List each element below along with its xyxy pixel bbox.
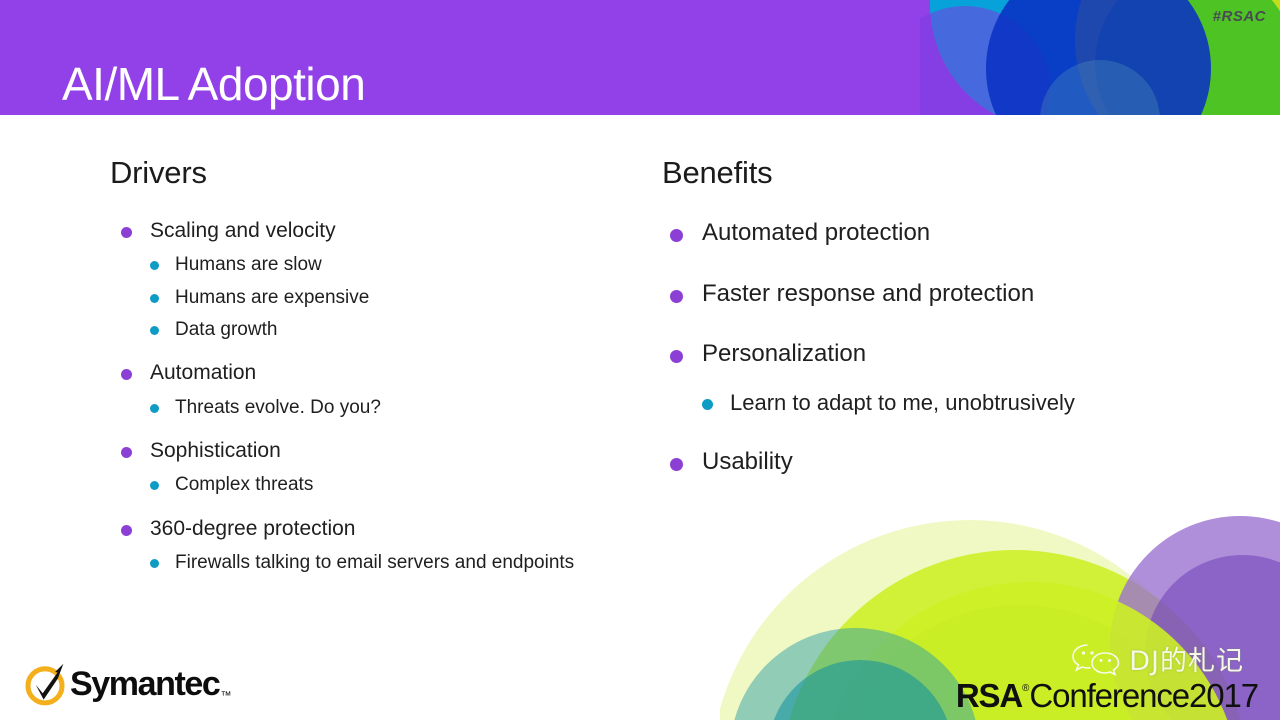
- list-item: Automation: [110, 359, 610, 387]
- symantec-checkmark-icon: [25, 663, 65, 706]
- bullet-dot-level1-icon: [121, 524, 132, 536]
- list-item-label: Faster response and protection: [702, 279, 1035, 307]
- drivers-heading: Drivers: [110, 155, 207, 190]
- list-item-label: Scaling and velocity: [150, 219, 336, 242]
- bullet-dot-level1-icon: [121, 447, 132, 459]
- list-item: Complex threats: [110, 472, 610, 497]
- list-item-label: Usability: [702, 448, 793, 476]
- bullet-dot-level2-icon: [702, 399, 713, 411]
- list-item-label: 360-degree protection: [150, 516, 356, 540]
- list-item-label: Threats evolve. Do you?: [175, 396, 381, 418]
- list-item: Automated protection: [662, 217, 1182, 249]
- symantec-wordmark: Symantec: [70, 665, 221, 703]
- bullet-dot-level2-icon: [150, 403, 159, 413]
- bullet-dot-level1-icon: [670, 289, 683, 303]
- list-item: Personalization: [662, 338, 1182, 370]
- wechat-watermark: DJ的札记: [1071, 639, 1244, 678]
- bullet-dot-level1-icon: [121, 369, 132, 381]
- list-item: Data growth: [110, 317, 610, 342]
- bullet-dot-level1-icon: [670, 229, 683, 242]
- list-item: Scaling and velocity: [110, 217, 610, 245]
- list-item-label: Humans are slow: [175, 254, 322, 276]
- list-item-label: Complex threats: [175, 474, 314, 496]
- list-item-label: Humans are expensive: [175, 286, 370, 308]
- list-item: Humans are slow: [110, 252, 610, 277]
- wechat-watermark-label: DJ的札记: [1129, 646, 1244, 677]
- benefits-bullet-list: Automated protection Faster response and…: [662, 217, 1182, 478]
- bullet-dot-level2-icon: [150, 326, 159, 336]
- slide-header-band: #RSAC AI/ML Adoption: [0, 0, 1280, 115]
- symantec-logo: Symantec ™: [22, 660, 231, 708]
- symantec-trademark: ™: [220, 690, 232, 702]
- list-item: Threats evolve. Do you?: [110, 395, 610, 420]
- benefits-heading: Benefits: [662, 155, 773, 190]
- bullet-dot-level2-icon: [150, 261, 159, 271]
- list-item: Firewalls talking to email servers and e…: [110, 550, 610, 575]
- list-item: 360-degree protection: [110, 515, 610, 543]
- rsa-conference-logo: RSA ® Conference2017: [955, 677, 1259, 714]
- list-item-label: Data growth: [175, 319, 278, 341]
- list-item-label: Learn to adapt to me, unobtrusively: [730, 390, 1075, 416]
- list-item-label: Firewalls talking to email servers and e…: [175, 551, 575, 573]
- rsa-wordmark: RSA: [955, 677, 1023, 714]
- bullet-dot-level2-icon: [150, 558, 159, 568]
- drivers-bullet-list: Scaling and velocity Humans are slow Hum…: [110, 217, 610, 575]
- column-benefits: Benefits Automated protection Faster res…: [662, 155, 1182, 478]
- list-item-label: Automation: [150, 361, 257, 385]
- list-item: Sophistication: [110, 437, 610, 465]
- column-drivers: Drivers Scaling and velocity Humans are …: [110, 155, 610, 575]
- list-item-label: Personalization: [702, 340, 867, 368]
- bullet-dot-level1-icon: [121, 227, 132, 238]
- list-item: Usability: [662, 446, 1182, 478]
- bullet-dot-level1-icon: [670, 458, 683, 472]
- rsa-registered-icon: ®: [1022, 683, 1030, 694]
- list-item: Faster response and protection: [662, 278, 1182, 310]
- list-item-label: Automated protection: [702, 219, 931, 246]
- bullet-dot-level1-icon: [670, 350, 683, 364]
- list-item: Learn to adapt to me, unobtrusively: [662, 388, 1182, 417]
- wechat-icon: [1072, 643, 1120, 676]
- bullet-dot-level2-icon: [150, 481, 159, 491]
- slide-canvas: #RSAC AI/ML Adoption Drivers Scaling and…: [0, 0, 1280, 720]
- list-item-label: Sophistication: [150, 439, 281, 463]
- rsa-conference-label: Conference2017: [1029, 677, 1259, 714]
- rsac-hashtag: #RSAC: [1212, 8, 1266, 25]
- page-title: AI/ML Adoption: [62, 57, 366, 110]
- bullet-dot-level2-icon: [150, 293, 159, 303]
- list-item: Humans are expensive: [110, 285, 610, 310]
